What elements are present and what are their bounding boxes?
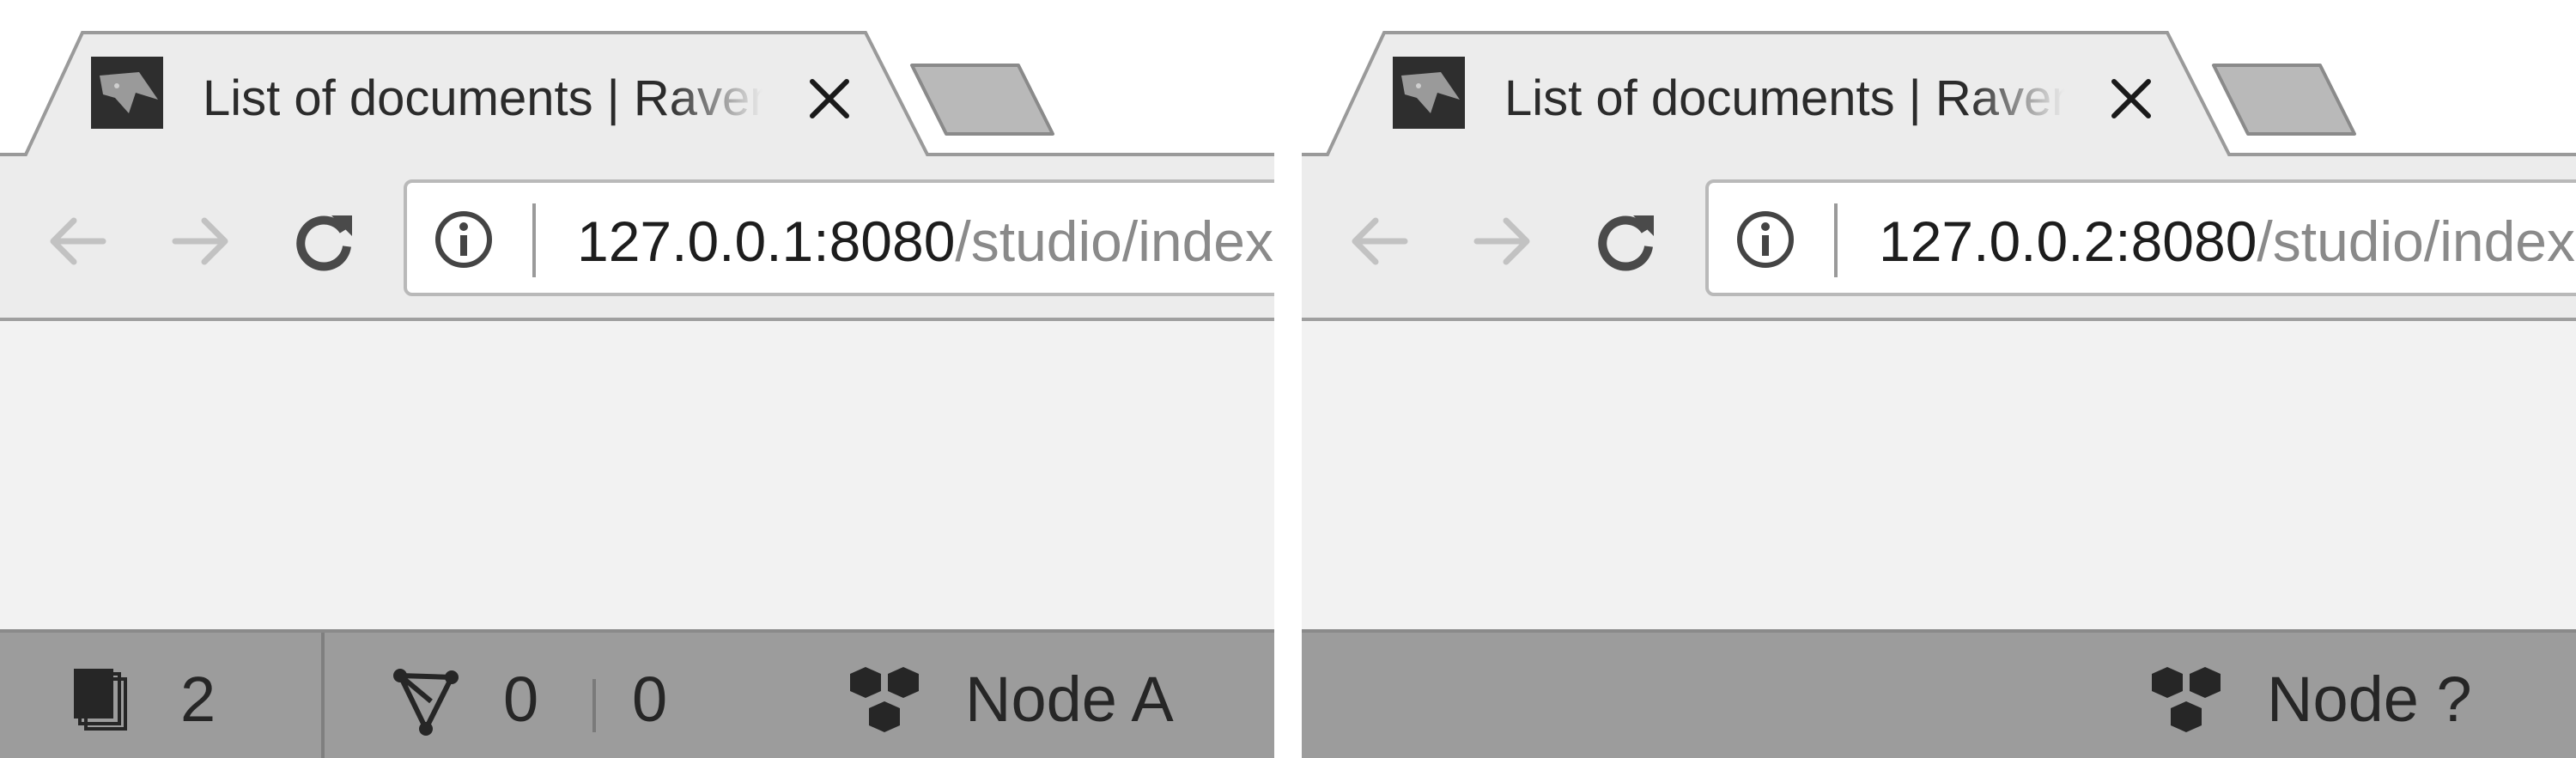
raven-icon	[91, 57, 163, 129]
close-icon[interactable]	[804, 73, 855, 124]
status-bar: Node ?	[1302, 629, 2576, 758]
info-icon[interactable]	[1735, 209, 1796, 270]
url-path: /studio/index.html#databases	[955, 209, 1274, 273]
arrow-left-icon[interactable]	[1345, 207, 1413, 276]
url-host: 127.0.0.1:8080	[577, 209, 956, 273]
page-content	[1302, 318, 2576, 629]
arrow-right-icon[interactable]	[167, 207, 235, 276]
address-bar[interactable]: 127.0.0.1:8080/studio/index.html#databas…	[404, 179, 1274, 296]
new-tab-button	[2212, 64, 2356, 136]
omnibox-separator	[532, 203, 536, 277]
raven-icon	[1393, 57, 1465, 129]
browser-window-a: List of documents | RavenDB 127.0.0.1:80…	[0, 0, 1274, 758]
info-icon[interactable]	[433, 209, 495, 270]
url-host: 127.0.0.2:8080	[1879, 209, 2257, 273]
tab-title[interactable]: List of documents | RavenDB	[203, 64, 762, 133]
omnibox-separator	[1834, 203, 1838, 277]
pipe-separator	[592, 679, 596, 732]
node-label[interactable]: Node ?	[2267, 665, 2472, 734]
new-tab-button	[910, 64, 1054, 136]
tab-strip: List of documents | RavenDB	[0, 0, 1274, 163]
cluster-node-icon	[2148, 667, 2226, 739]
indexes-icon	[392, 667, 460, 736]
close-icon[interactable]	[2105, 73, 2157, 124]
status-bar: 2 0 0 Node A	[0, 629, 1274, 758]
browser-toolbar: 127.0.0.2:8080/studio/index.html#databas…	[1302, 159, 2576, 318]
status-separator	[321, 633, 325, 758]
cluster-node-icon	[847, 667, 924, 739]
arrow-left-icon[interactable]	[43, 207, 112, 276]
node-label[interactable]: Node A	[965, 665, 1174, 734]
browser-window-b: List of documents | RavenDB 127.0.0.2:80…	[1302, 0, 2576, 758]
indexes-count[interactable]: 0	[503, 665, 538, 734]
indexes-stale-count[interactable]: 0	[632, 665, 667, 734]
url-text[interactable]: 127.0.0.2:8080/studio/index.html#databas…	[1879, 205, 2576, 277]
url-text[interactable]: 127.0.0.1:8080/studio/index.html#databas…	[577, 205, 1274, 277]
window-divider	[1274, 0, 1302, 758]
page-content	[0, 318, 1274, 629]
address-bar[interactable]: 127.0.0.2:8080/studio/index.html#databas…	[1705, 179, 2576, 296]
documents-count[interactable]: 2	[180, 665, 216, 734]
arrow-right-icon[interactable]	[1468, 207, 1537, 276]
tab-strip: List of documents | RavenDB	[1302, 0, 2576, 163]
reload-icon[interactable]	[1592, 207, 1661, 276]
documents-icon	[74, 669, 129, 732]
url-path: /studio/index.html#databases	[2257, 209, 2576, 273]
reload-icon[interactable]	[290, 207, 359, 276]
browser-toolbar: 127.0.0.1:8080/studio/index.html#databas…	[0, 159, 1274, 318]
tab-title[interactable]: List of documents | RavenDB	[1504, 64, 2064, 133]
